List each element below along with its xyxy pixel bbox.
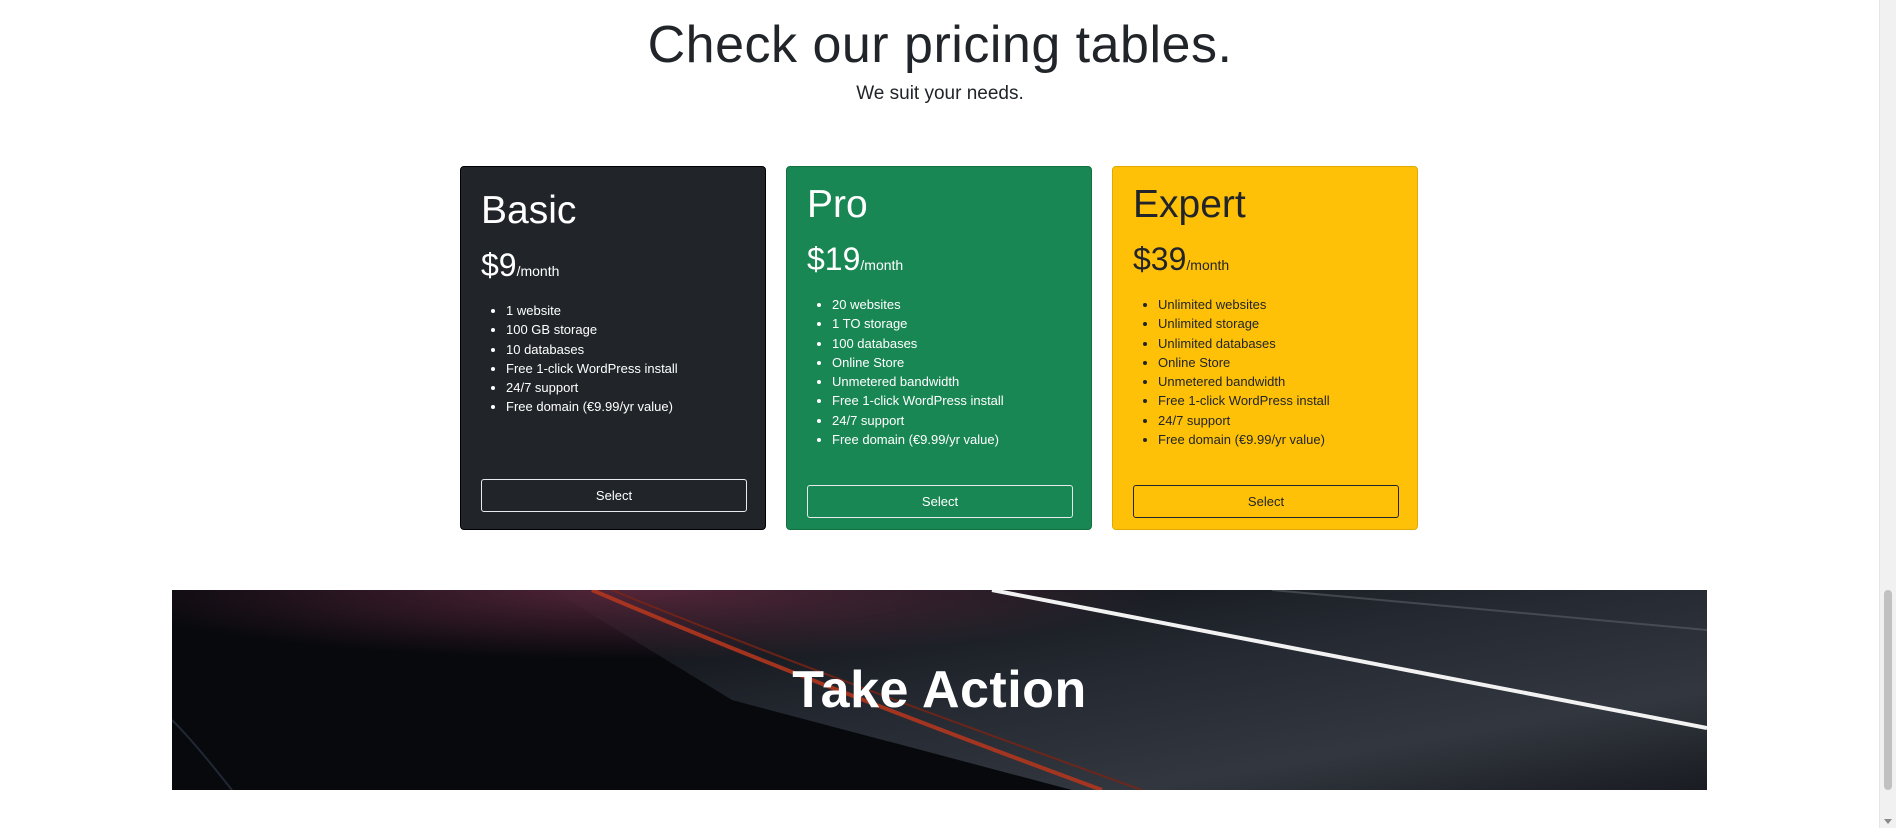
- price-period: /month: [516, 263, 560, 279]
- feature-item: Free domain (€9.99/yr value): [506, 397, 678, 416]
- feature-item: Unlimited databases: [1158, 334, 1330, 353]
- feature-item: Unlimited storage: [1158, 314, 1330, 333]
- plan-name: Pro: [807, 183, 868, 226]
- pricing-title: Check our pricing tables.: [647, 16, 1233, 74]
- select-pro-button[interactable]: Select: [807, 485, 1073, 518]
- feature-item: 100 databases: [832, 334, 1004, 353]
- pricing-card-basic: Basic $9/month 1 website 100 GB storage …: [460, 166, 766, 530]
- feature-item: 24/7 support: [506, 378, 678, 397]
- feature-item: 10 databases: [506, 340, 678, 359]
- select-expert-button[interactable]: Select: [1133, 485, 1399, 518]
- scrollbar-thumb[interactable]: [1884, 590, 1892, 790]
- price-amount: $19: [807, 241, 861, 277]
- feature-item: Unmetered bandwidth: [832, 372, 1004, 391]
- plan-name: Expert: [1133, 183, 1246, 226]
- feature-item: 24/7 support: [1158, 411, 1330, 430]
- feature-item: 1 TO storage: [832, 314, 1004, 333]
- pricing-card-pro: Pro $19/month 20 websites 1 TO storage 1…: [786, 166, 1092, 530]
- feature-item: Unlimited websites: [1158, 295, 1330, 314]
- feature-item: Free 1-click WordPress install: [506, 359, 678, 378]
- feature-item: Free domain (€9.99/yr value): [832, 430, 1004, 449]
- price-period: /month: [1186, 257, 1230, 273]
- feature-item: Free 1-click WordPress install: [1158, 391, 1330, 410]
- feature-item: 100 GB storage: [506, 320, 678, 339]
- scroll-down-icon[interactable]: [1884, 819, 1892, 824]
- feature-item: Online Store: [1158, 353, 1330, 372]
- price-period: /month: [860, 257, 904, 273]
- page-scrollbar[interactable]: [1879, 0, 1896, 828]
- feature-item: 1 website: [506, 301, 678, 320]
- feature-item: Free 1-click WordPress install: [832, 391, 1004, 410]
- plan-price: $9/month: [481, 245, 559, 292]
- feature-item: Unmetered bandwidth: [1158, 372, 1330, 391]
- feature-list: 20 websites 1 TO storage 100 databases O…: [807, 295, 1004, 449]
- price-amount: $9: [481, 247, 517, 283]
- feature-list: Unlimited websites Unlimited storage Unl…: [1133, 295, 1330, 449]
- plan-name: Basic: [481, 189, 577, 232]
- feature-item: Online Store: [832, 353, 1004, 372]
- take-action-banner: Take Action: [172, 590, 1707, 790]
- plan-price: $19/month: [807, 239, 903, 286]
- feature-item: 20 websites: [832, 295, 1004, 314]
- feature-list: 1 website 100 GB storage 10 databases Fr…: [481, 301, 678, 417]
- pricing-card-expert: Expert $39/month Unlimited websites Unli…: [1112, 166, 1418, 530]
- feature-item: Free domain (€9.99/yr value): [1158, 430, 1330, 449]
- price-amount: $39: [1133, 241, 1187, 277]
- select-basic-button[interactable]: Select: [481, 479, 747, 512]
- pricing-subtitle: We suit your needs.: [856, 83, 1024, 104]
- feature-item: 24/7 support: [832, 411, 1004, 430]
- take-action-title: Take Action: [792, 661, 1087, 719]
- plan-price: $39/month: [1133, 239, 1229, 286]
